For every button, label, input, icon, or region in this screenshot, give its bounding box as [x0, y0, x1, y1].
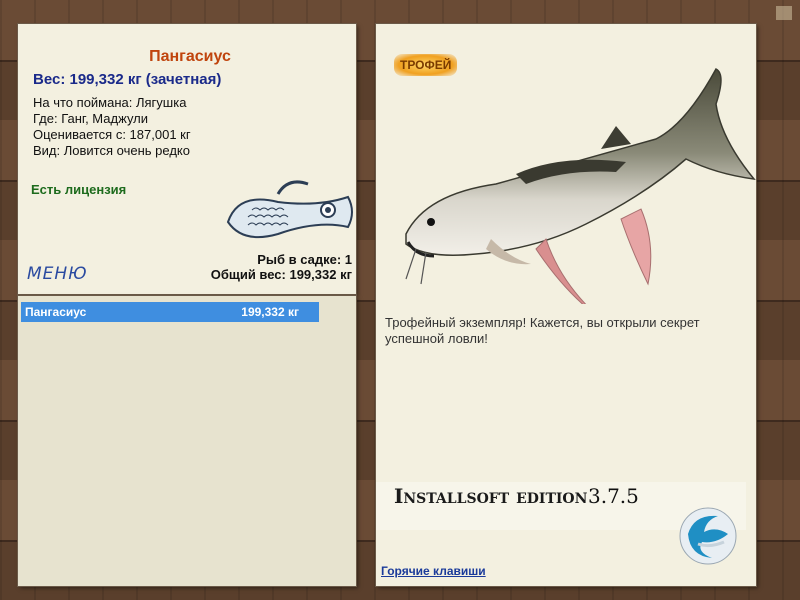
list-item-name: Пангасиус: [25, 305, 87, 319]
fish-location: Где: Ганг, Маджули: [33, 111, 149, 126]
catch-list-panel: Пангасиус 199,332 кг: [18, 296, 356, 586]
trophy-message: Трофейный экземпляр! Кажется, вы открыли…: [385, 315, 700, 346]
fish-rarity: Вид: Ловится очень редко: [33, 143, 190, 158]
trophy-panel: ТРОФЕЙ Трофейный экземпляр! Кажется, вы …: [376, 24, 756, 586]
list-item[interactable]: Пангасиус 199,332 кг: [21, 302, 319, 322]
license-status: Есть лицензия: [31, 182, 127, 197]
hotkeys-link[interactable]: Горячие клавиши: [381, 564, 486, 578]
list-item-weight: 199,332 кг: [241, 305, 299, 319]
cage-count: Рыб в садке: 1: [257, 252, 352, 267]
fish-value: Оценивается с: 187,001 кг: [33, 127, 191, 142]
corner-button[interactable]: [776, 6, 792, 20]
fish-bait: На что поймана: Лягушка: [33, 95, 187, 110]
installsoft-logo-icon: [679, 507, 737, 565]
cage-total-weight: Общий вес: 199,332 кг: [210, 267, 352, 282]
fish-info-panel: Пангасиус Вес: 199,332 кг (зачетная) На …: [18, 24, 356, 294]
fish-weight: Вес: 199,332 кг (зачетная): [33, 71, 222, 88]
fish-emblem-icon: [226, 180, 353, 238]
brand-version: 3.7.5: [588, 484, 639, 508]
catfish-image: [405, 68, 756, 304]
trophy-badge: ТРОФЕЙ: [394, 54, 458, 76]
fish-name: Пангасиус: [149, 48, 231, 65]
menu-button[interactable]: МЕНЮ: [27, 264, 88, 284]
brand-name: Installsoft edition: [394, 484, 588, 508]
